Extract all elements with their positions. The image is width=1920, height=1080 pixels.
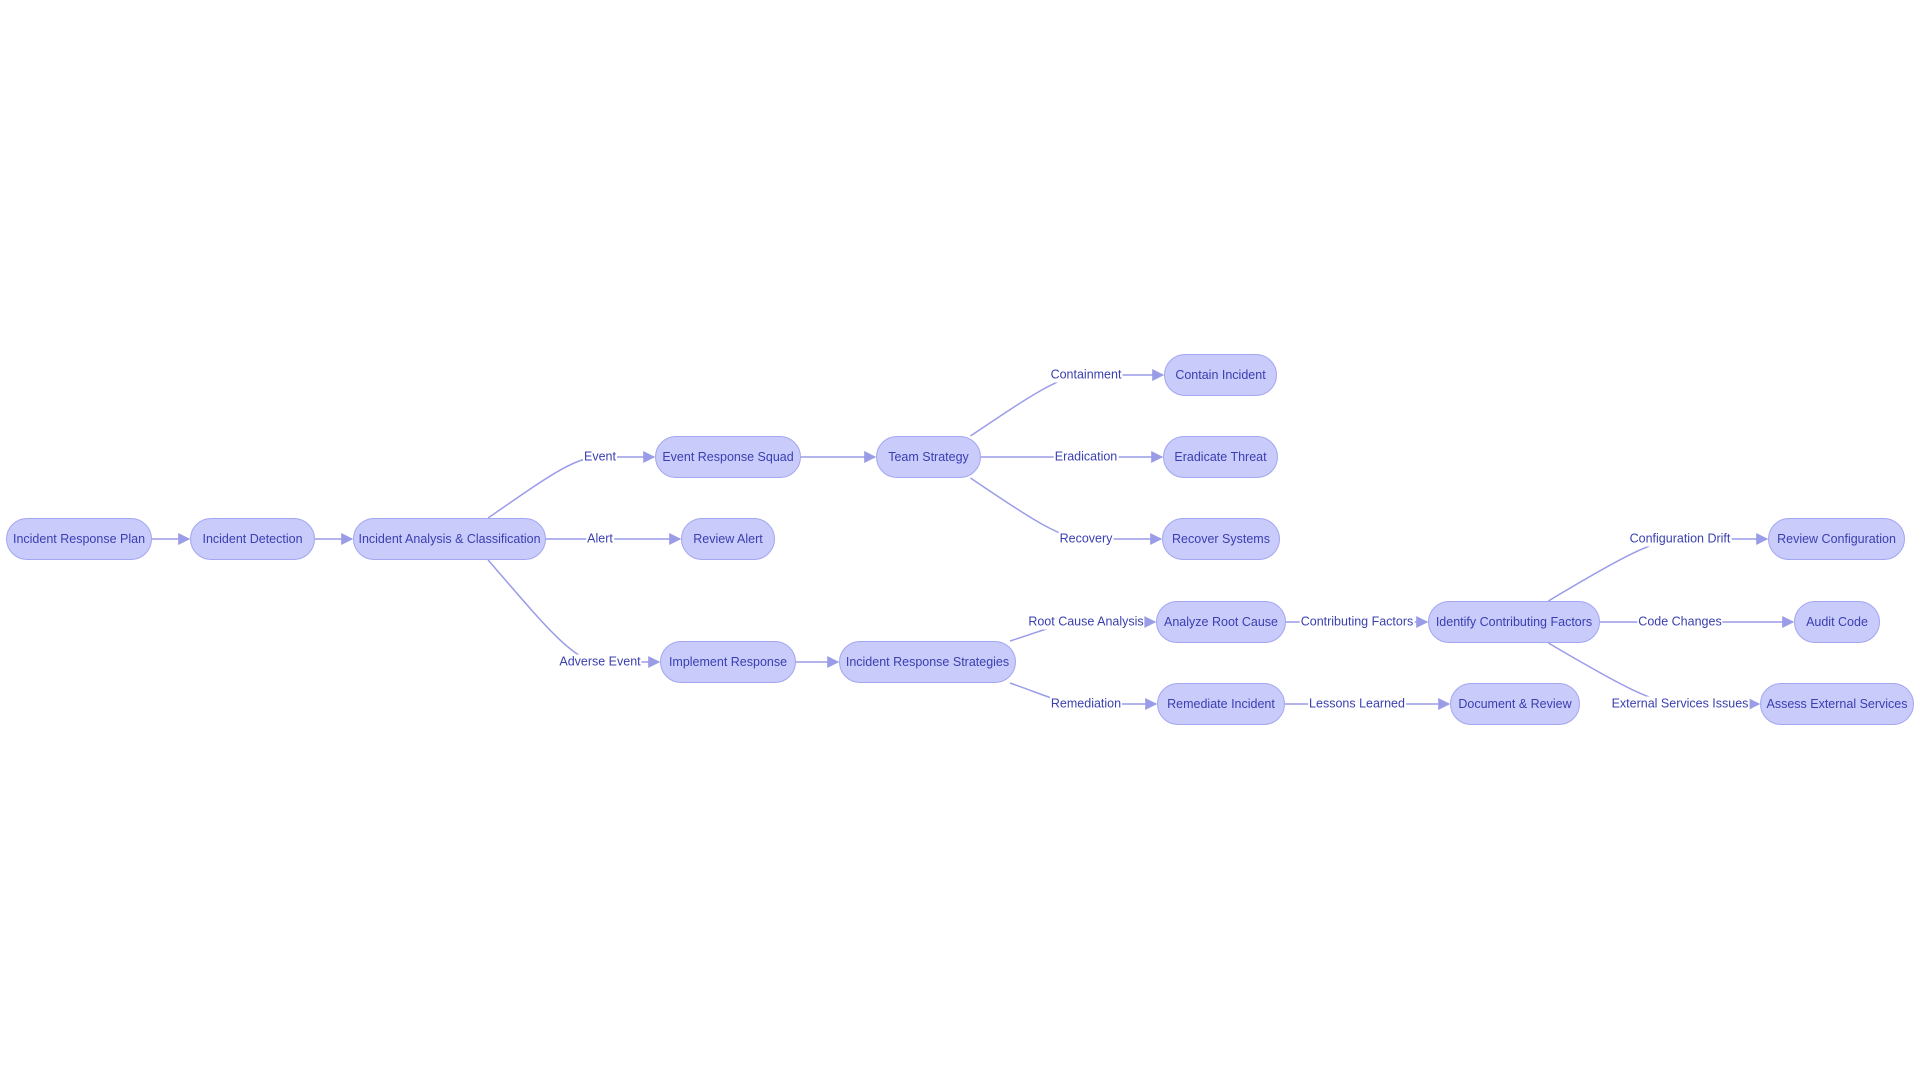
edge-label-recovery: Recovery <box>1058 531 1114 547</box>
node-event-response-squad: Event Response Squad <box>655 436 801 478</box>
edge-label-adverse-event: Adverse Event <box>558 654 642 670</box>
edge-label-external-services-issues: External Services Issues <box>1610 696 1750 712</box>
node-audit-code: Audit Code <box>1794 601 1880 643</box>
node-review-configuration: Review Configuration <box>1768 518 1905 560</box>
edge-label-configuration-drift: Configuration Drift <box>1628 531 1732 547</box>
node-team-strategy: Team Strategy <box>876 436 981 478</box>
edge-identify-contributing-factors-to-assess-external-services <box>1548 642 1761 710</box>
edge-incident-analysis-and-classification-to-implement-response <box>487 559 661 668</box>
node-eradicate-threat: Eradicate Threat <box>1163 436 1278 478</box>
node-recover-systems: Recover Systems <box>1162 518 1280 560</box>
node-incident-detection: Incident Detection <box>190 518 315 560</box>
edge-label-eradication: Eradication <box>1053 449 1119 465</box>
flowchart-diagram: Incident Response Plan Incident Detection… <box>0 0 1920 1080</box>
node-incident-response-strategies: Incident Response Strategies <box>839 641 1016 683</box>
edge-incident-analysis-and-classification-to-event-response-squad <box>487 451 656 519</box>
edge-label-event: Event <box>583 449 617 465</box>
edge-label-root-cause-analysis: Root Cause Analysis <box>1027 614 1145 630</box>
edge-team-strategy-to-contain-incident <box>970 369 1165 437</box>
node-assess-external-services: Assess External Services <box>1760 683 1914 725</box>
node-analyze-root-cause: Analyze Root Cause <box>1156 601 1286 643</box>
node-document-and-review: Document & Review <box>1450 683 1580 725</box>
node-implement-response: Implement Response <box>660 641 796 683</box>
node-incident-response-plan: Incident Response Plan <box>6 518 152 560</box>
edge-label-contributing-factors: Contributing Factors <box>1299 614 1415 630</box>
edge-team-strategy-to-recover-systems <box>970 477 1163 545</box>
node-identify-contributing-factors: Identify Contributing Factors <box>1428 601 1600 643</box>
edge-label-remediation: Remediation <box>1049 696 1123 712</box>
node-contain-incident: Contain Incident <box>1164 354 1277 396</box>
edge-identify-contributing-factors-to-review-configuration <box>1548 533 1769 602</box>
edge-label-code-changes: Code Changes <box>1637 614 1723 630</box>
node-review-alert: Review Alert <box>681 518 775 560</box>
edge-label-containment: Containment <box>1049 367 1123 383</box>
edge-label-alert: Alert <box>586 531 614 547</box>
edge-label-lessons-learned: Lessons Learned <box>1308 696 1406 712</box>
node-incident-analysis-and-classification: Incident Analysis & Classification <box>353 518 546 560</box>
node-remediate-incident: Remediate Incident <box>1157 683 1285 725</box>
